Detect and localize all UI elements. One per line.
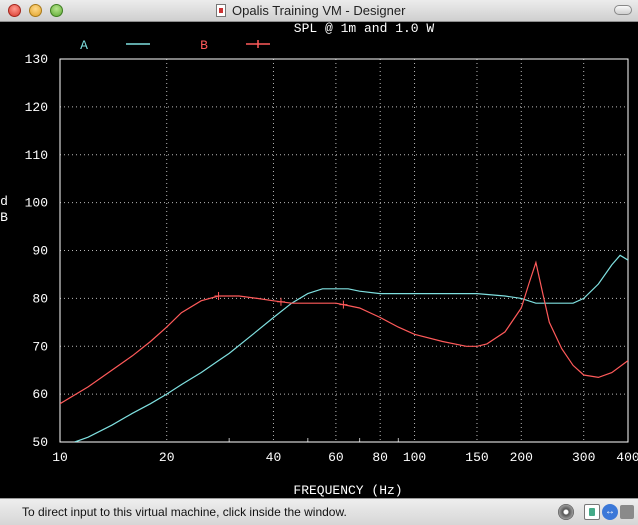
y-tick-label: 70 (32, 339, 48, 354)
vm-screen[interactable]: SPL @ 1m and 1.0 W A B 10 20 40 60 80 100 150 200 3… (0, 22, 638, 498)
y-tick-label: 130 (25, 52, 48, 67)
x-tick-label: 10 (52, 450, 68, 465)
cd-icon[interactable] (558, 504, 574, 520)
x-tick-label: 80 (372, 450, 388, 465)
status-message: To direct input to this virtual machine,… (22, 505, 347, 519)
y-tick-label: 80 (32, 291, 48, 306)
y-tick-label: 120 (25, 100, 48, 115)
x-tick-label: 20 (159, 450, 175, 465)
x-tick-label: 150 (465, 450, 488, 465)
chart-title: SPL @ 1m and 1.0 W (294, 22, 435, 36)
zoom-icon[interactable] (50, 4, 63, 17)
minimize-icon[interactable] (29, 4, 42, 17)
y-axis-label-char: B (0, 210, 8, 225)
y-tick-label: 100 (25, 196, 48, 211)
x-tick-label: 100 (403, 450, 426, 465)
y-tick-label: 60 (32, 387, 48, 402)
series-line-b (60, 260, 628, 405)
window-titlebar: Opalis Training VM - Designer (0, 0, 638, 22)
y-tick-label: 90 (32, 244, 48, 259)
x-tick-label: 200 (510, 450, 533, 465)
usb-icon[interactable] (602, 504, 618, 520)
x-tick-label: 40 (266, 450, 282, 465)
status-bar: To direct input to this virtual machine,… (0, 498, 638, 525)
y-tick-label: 50 (32, 435, 48, 450)
legend-label-b: B (200, 38, 208, 53)
toolbar-pill-icon[interactable] (614, 5, 632, 15)
y-tick-label: 110 (25, 148, 48, 163)
series-line-a (74, 254, 628, 442)
device-icon[interactable] (620, 505, 634, 519)
x-tick-label: 300 (572, 450, 595, 465)
close-icon[interactable] (8, 4, 21, 17)
x-tick-label: 400 (616, 450, 638, 465)
y-axis-label-char: d (0, 194, 8, 209)
x-tick-label: 60 (328, 450, 344, 465)
x-axis-label: FREQUENCY (Hz) (293, 483, 402, 498)
legend-label-a: A (80, 38, 88, 53)
document-icon (216, 4, 226, 17)
window-title: Opalis Training VM - Designer (232, 3, 406, 18)
spl-chart: SPL @ 1m and 1.0 W A B 10 20 40 60 80 100 150 200 3… (0, 22, 638, 498)
lock-icon[interactable] (584, 504, 600, 520)
